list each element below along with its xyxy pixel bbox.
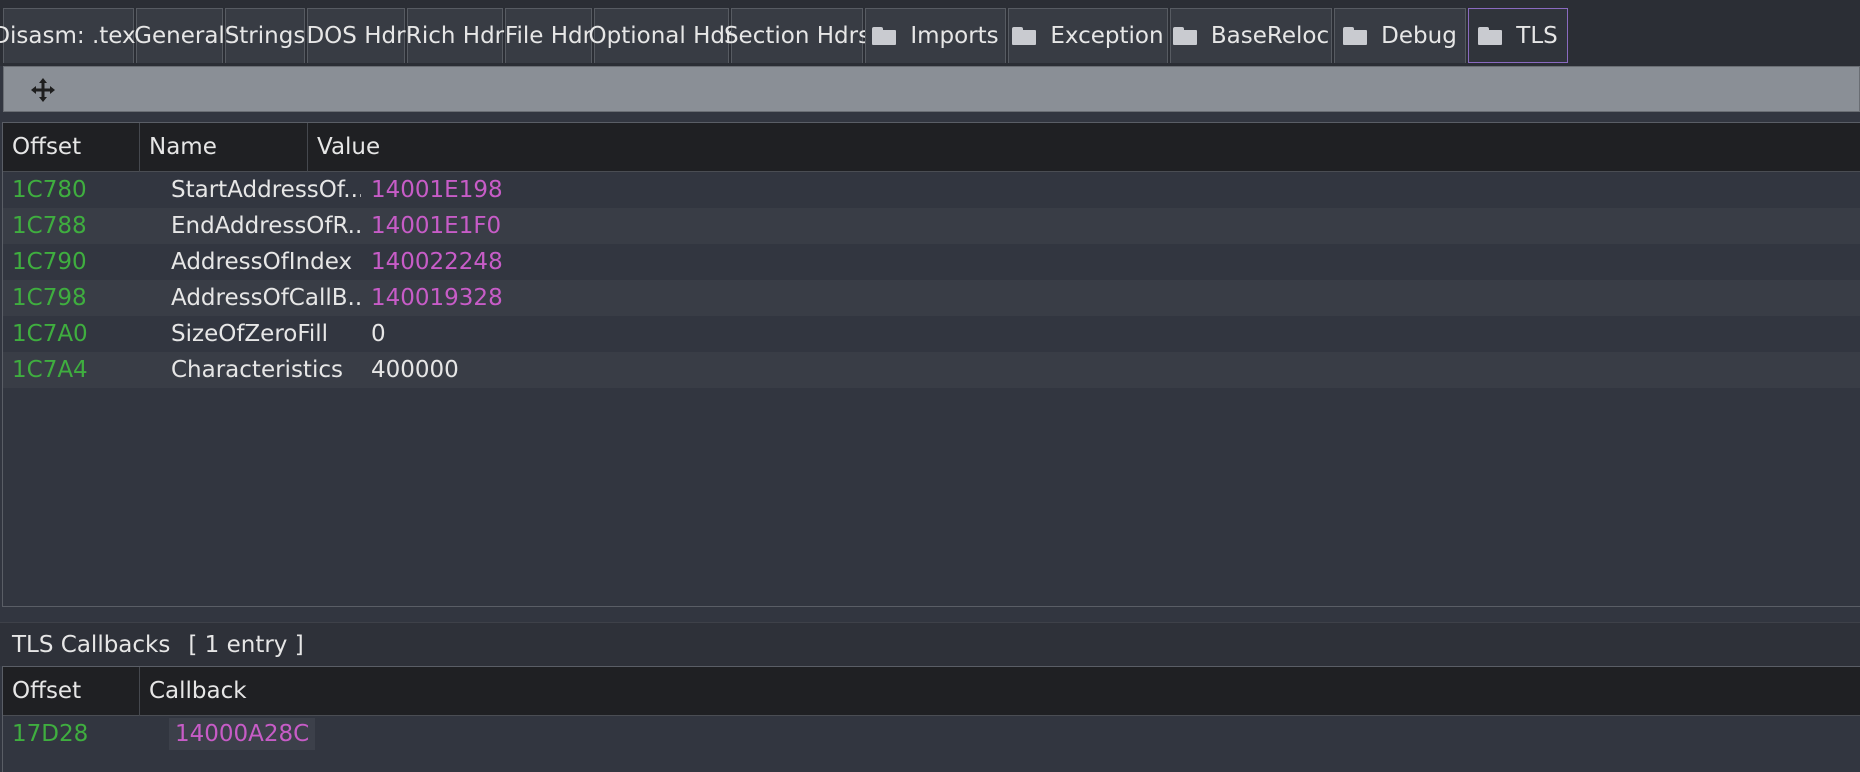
row-offset: 1C780 bbox=[12, 177, 87, 203]
row-name: StartAddressOf... bbox=[171, 177, 361, 203]
tab-label: Debug bbox=[1381, 23, 1457, 49]
tab-label: General bbox=[134, 23, 225, 49]
row-value[interactable]: 14001E1F0 bbox=[371, 208, 771, 244]
tab-imports[interactable]: Imports bbox=[865, 8, 1006, 63]
row-offset: 1C7A0 bbox=[12, 321, 88, 347]
folder-icon bbox=[1478, 26, 1503, 45]
tab-optional-hdr[interactable]: Optional Hdr bbox=[589, 8, 734, 63]
move-arrows-icon[interactable] bbox=[30, 77, 56, 103]
tab-exception[interactable]: Exception bbox=[1008, 8, 1168, 63]
row-callback[interactable]: 14000A28C bbox=[169, 718, 316, 750]
table-row[interactable]: 1C7A0 SizeOfZeroFill 0 bbox=[3, 316, 1860, 352]
tab-disasm-text[interactable]: Disasm: .text bbox=[0, 8, 145, 63]
column-header-name[interactable]: Name bbox=[140, 123, 308, 172]
row-offset: 1C798 bbox=[12, 285, 87, 311]
table-header: Offset Name Value bbox=[3, 123, 1860, 172]
tab-strings[interactable]: Strings bbox=[225, 8, 305, 63]
table-row[interactable]: 1C780 StartAddressOf... 14001E198 bbox=[3, 172, 1860, 208]
table-row[interactable]: 1C790 AddressOfIndex 140022248 bbox=[3, 244, 1860, 280]
row-value[interactable]: 140019328 bbox=[371, 280, 771, 316]
column-header-value[interactable]: Value bbox=[308, 123, 1860, 172]
entry-count: [ 1 entry ] bbox=[188, 632, 304, 658]
folder-icon bbox=[1172, 27, 1197, 45]
row-name: EndAddressOfR... bbox=[171, 213, 361, 239]
folder-icon bbox=[872, 27, 897, 45]
tab-label: Section Hdrs bbox=[723, 23, 871, 49]
folder-icon bbox=[1012, 27, 1037, 45]
column-header-offset[interactable]: Offset bbox=[3, 667, 140, 716]
table-row[interactable]: 1C798 AddressOfCallB... 140019328 bbox=[3, 280, 1860, 316]
row-offset: 1C788 bbox=[12, 213, 87, 239]
tab-file-hdr[interactable]: File Hdr bbox=[505, 8, 592, 63]
toolbar bbox=[3, 66, 1860, 112]
row-offset: 1C790 bbox=[12, 249, 87, 275]
tab-label: Exception bbox=[1050, 23, 1164, 49]
table-row[interactable]: 17D28 14000A28C bbox=[3, 716, 1860, 752]
tls-callbacks-label: TLS Callbacks [ 1 entry ] bbox=[0, 622, 1860, 666]
tab-section-hdrs[interactable]: Section Hdrs bbox=[724, 8, 870, 63]
tab-general[interactable]: General bbox=[134, 8, 225, 63]
folder-icon bbox=[1343, 27, 1368, 45]
table-row[interactable]: 1C788 EndAddressOfR... 14001E1F0 bbox=[3, 208, 1860, 244]
row-value[interactable]: 14001E198 bbox=[371, 172, 771, 208]
tls-directory-table: Offset Name Value 1C780 StartAddressOf..… bbox=[2, 122, 1860, 607]
row-name: SizeOfZeroFill bbox=[171, 321, 329, 347]
tab-label: Imports bbox=[910, 23, 999, 49]
row-name: AddressOfCallB... bbox=[171, 285, 361, 311]
row-name: Characteristics bbox=[171, 357, 343, 383]
row-value[interactable]: 140022248 bbox=[371, 244, 771, 280]
tab-label: Rich Hdr bbox=[405, 23, 505, 49]
tls-callbacks-table: Offset Callback 17D28 14000A28C bbox=[2, 666, 1860, 772]
table-header: Offset Callback bbox=[3, 667, 1860, 716]
tab-debug[interactable]: Debug bbox=[1334, 8, 1466, 63]
row-value: 0 bbox=[371, 321, 386, 347]
tab-dos-hdr[interactable]: DOS Hdr bbox=[306, 8, 406, 63]
tab-tls[interactable]: TLS bbox=[1468, 8, 1568, 63]
column-header-callback[interactable]: Callback bbox=[140, 667, 1860, 716]
row-value: 400000 bbox=[371, 357, 459, 383]
tab-label: Strings bbox=[224, 23, 306, 49]
row-offset: 17D28 bbox=[12, 721, 89, 747]
tab-rich-hdr[interactable]: Rich Hdr bbox=[405, 8, 505, 63]
tab-label: Disasm: .text bbox=[0, 23, 145, 49]
tab-bar: Disasm: .text General Strings DOS Hdr Ri… bbox=[0, 0, 1860, 66]
row-offset: 1C7A4 bbox=[12, 357, 88, 383]
tab-basereloc[interactable]: BaseReloc bbox=[1170, 8, 1332, 63]
tab-label: BaseReloc bbox=[1210, 23, 1330, 49]
tab-label: TLS bbox=[1516, 22, 1558, 49]
row-name: AddressOfIndex bbox=[171, 249, 353, 275]
tab-label: File Hdr bbox=[504, 23, 593, 49]
section-title: TLS Callbacks bbox=[12, 632, 171, 658]
tab-label: DOS Hdr bbox=[306, 23, 406, 49]
column-header-offset[interactable]: Offset bbox=[3, 123, 140, 172]
table-row[interactable]: 1C7A4 Characteristics 400000 bbox=[3, 352, 1860, 388]
tab-label: Optional Hdr bbox=[588, 23, 735, 49]
